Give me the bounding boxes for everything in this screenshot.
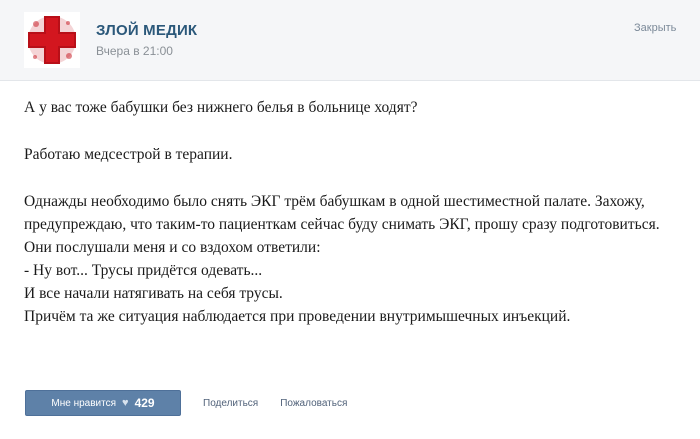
avatar[interactable] — [24, 12, 80, 68]
red-cross-icon — [28, 16, 76, 64]
like-count: 429 — [134, 396, 155, 410]
like-button[interactable]: Мне нравится ♥ 429 — [25, 390, 181, 416]
report-link[interactable]: Пожаловаться — [280, 398, 347, 409]
post-card: ЗЛОЙ МЕДИК Вчера в 21:00 Закрыть А у вас… — [0, 0, 700, 439]
like-label: Мне нравится — [51, 397, 117, 409]
heart-icon: ♥ — [122, 397, 129, 409]
post-header: ЗЛОЙ МЕДИК Вчера в 21:00 Закрыть — [0, 0, 700, 81]
post-time[interactable]: Вчера в 21:00 — [96, 44, 173, 58]
post-paragraph: Работаю медсестрой в терапии. — [24, 146, 233, 163]
close-button[interactable]: Закрыть — [634, 22, 676, 34]
share-link[interactable]: Поделиться — [203, 398, 258, 409]
post-paragraph: Причём та же ситуация наблюдается при пр… — [24, 308, 571, 325]
post-text: А у вас тоже бабушки без нижнего белья в… — [24, 96, 674, 328]
post-paragraph: А у вас тоже бабушки без нижнего белья в… — [24, 99, 418, 116]
post-actions: Мне нравится ♥ 429 Поделиться Пожаловать… — [25, 390, 347, 416]
post-paragraph: Однажды необходимо было снять ЭКГ трём б… — [24, 193, 660, 256]
post-paragraph: - Ну вот... Трусы придётся одевать... — [24, 262, 263, 279]
author-name[interactable]: ЗЛОЙ МЕДИК — [96, 22, 197, 39]
post-paragraph: И все начали натягивать на себя трусы. — [24, 285, 283, 302]
